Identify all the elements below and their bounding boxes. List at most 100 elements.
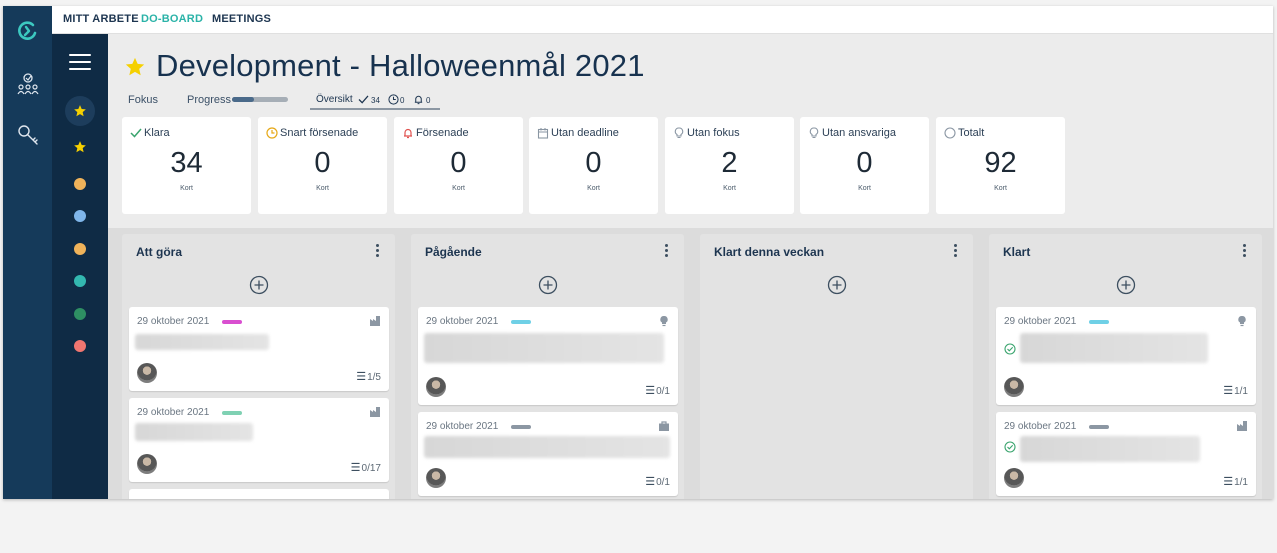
stat-card-snart-forsenade[interactable]: Snart försenade 0 Kort [258,117,387,214]
card-tag [511,320,531,324]
card-checklist-count: ☰0/17 [351,461,381,474]
column-menu-icon[interactable] [665,244,669,258]
stat-card-klara[interactable]: Klara 34 Kort [122,117,251,214]
factory-icon [370,316,380,326]
checklist-icon: ☰ [645,476,656,488]
app-logo-icon[interactable] [14,18,40,44]
stat-card-utan-fokus[interactable]: Utan fokus 2 Kort [665,117,794,214]
task-card[interactable]: 29 oktober 2021 ☰1/1 [996,307,1256,405]
stat-value: 92 [984,147,1017,179]
nav-mitt-arbete[interactable]: MITT ARBETE [63,13,139,25]
checklist-value: 1/1 [1234,386,1248,397]
app-rail [3,6,52,499]
stat-unit: Kort [587,185,600,192]
column-menu-icon[interactable] [1243,244,1247,258]
card-date: 29 oktober 2021 [137,407,210,418]
avatar [426,377,446,397]
stat-label: Utan fokus [687,127,740,139]
oversikt-soon-count: 0 [400,96,405,105]
page-title: Development - Halloweenmål 2021 [156,48,645,83]
card-title-redacted [424,436,670,458]
stat-value: 0 [314,147,331,179]
card-title-redacted [1020,333,1208,363]
board-sidebar [52,34,108,499]
column-title: Klart [1003,245,1031,259]
checklist-icon: ☰ [1223,385,1234,397]
task-card[interactable]: 29 oktober 2021 ☰0/17 [129,398,389,482]
nav-meetings[interactable]: MEETINGS [212,13,271,25]
board-dot-teal[interactable] [74,275,86,287]
stat-card-forsenade[interactable]: Försenade 0 Kort [394,117,523,214]
oversikt-done-count: 34 [371,96,380,105]
hamburger-menu-icon[interactable] [69,54,91,72]
stat-value: 0 [856,147,873,179]
card-date: 29 oktober 2021 [1004,316,1077,327]
star-icon[interactable] [73,140,87,154]
lightbulb-icon [1238,315,1246,327]
lightbulb-icon [674,127,684,139]
stat-label: Snart försenade [280,127,359,139]
checklist-value: 0/17 [361,463,381,474]
card-checklist-count: ☰0/1 [645,475,670,488]
stat-unit: Kort [180,185,193,192]
board-dot-orange[interactable] [74,243,86,255]
card-checklist-count: ☰1/5 [356,370,381,383]
task-card[interactable]: 29 oktober 2021 ☰0/1 [418,412,678,496]
checklist-value: 0/1 [656,477,670,488]
column-att-gora: Att göra 29 oktober 2021 ☰1/5 29 oktober… [122,234,395,499]
clock-icon [388,94,399,105]
card-title-redacted [135,423,253,441]
board-dot-green[interactable] [74,308,86,320]
card-tag [1089,320,1109,324]
column-menu-icon[interactable] [954,244,958,258]
column-menu-icon[interactable] [376,244,380,258]
calendar-icon [537,128,549,139]
task-card[interactable]: 29 oktober 2021 ☰1/5 [129,307,389,391]
app-window: MITT ARBETE DO-BOARD MEETINGS Developmen… [3,6,1273,499]
board-dot-red[interactable] [74,340,86,352]
factory-icon [370,407,380,417]
add-card-icon[interactable] [827,275,847,295]
team-goal-icon[interactable] [15,70,41,96]
nav-do-board[interactable]: DO-BOARD [141,13,203,25]
stat-label: Utan ansvariga [822,127,896,139]
stat-card-utan-ansvariga[interactable]: Utan ansvariga 0 Kort [800,117,929,214]
avatar [1004,468,1024,488]
stat-card-utan-deadline[interactable]: Utan deadline 0 Kort [529,117,658,214]
column-title: Pågående [425,245,482,259]
clock-icon [266,127,278,139]
column-klart-denna-veckan: Klart denna veckan [700,234,973,499]
tab-oversikt[interactable]: Översikt 34 0 0 [310,90,440,110]
add-card-icon[interactable] [538,275,558,295]
stat-value: 0 [450,147,467,179]
task-card[interactable] [129,489,389,499]
stat-unit: Kort [858,185,871,192]
task-card[interactable]: 29 oktober 2021 ☰0/1 [418,307,678,405]
check-icon [358,95,369,104]
card-tag [511,425,531,429]
card-title-redacted [424,333,664,363]
board-dot-orange[interactable] [74,178,86,190]
task-card[interactable]: 29 oktober 2021 ☰1/1 [996,412,1256,496]
briefcase-icon [659,421,669,431]
avatar [1004,377,1024,397]
card-date: 29 oktober 2021 [426,316,499,327]
avatar [137,454,157,474]
checklist-icon: ☰ [1223,476,1234,488]
tab-fokus[interactable]: Fokus [128,94,158,106]
checklist-value: 1/1 [1234,477,1248,488]
add-card-icon[interactable] [249,275,269,295]
card-title-redacted [1020,436,1200,462]
add-card-icon[interactable] [1116,275,1136,295]
column-klart: Klart 29 oktober 2021 ☰1/1 29 oktober 20… [989,234,1262,499]
stat-unit: Kort [316,185,329,192]
progress-fill [232,97,255,102]
stat-card-totalt[interactable]: Totalt 92 Kort [936,117,1065,214]
key-icon[interactable] [15,122,41,148]
sidebar-item-favorites-active[interactable] [65,96,95,126]
kanban-board: Att göra 29 oktober 2021 ☰1/5 29 oktober… [108,228,1273,499]
tab-progress[interactable]: Progress [187,94,231,106]
stat-label: Försenade [416,127,469,139]
board-dot-blue[interactable] [74,210,86,222]
favorite-star-icon[interactable] [124,56,146,78]
